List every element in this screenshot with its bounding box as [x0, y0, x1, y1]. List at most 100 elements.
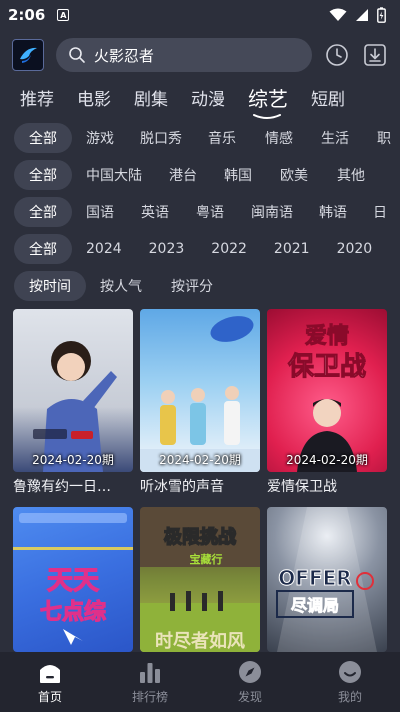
- filter-language-option[interactable]: 粤语: [196, 197, 224, 227]
- discover-icon: [239, 660, 261, 683]
- status-icons: [329, 7, 386, 23]
- svg-text:宝藏行: 宝藏行: [190, 552, 223, 566]
- filter-year-option[interactable]: 2022: [211, 234, 247, 264]
- tab-short-drama[interactable]: 短剧: [311, 85, 345, 110]
- filter-type-row: 全部 游戏 脱口秀 音乐 情感 生活 职: [14, 123, 391, 153]
- poster-image: 天天 七点综: [13, 507, 133, 652]
- search-input[interactable]: 火影忍者: [55, 38, 313, 72]
- nav-home[interactable]: 首页: [0, 652, 100, 712]
- poster-image: OFFER 尽调局: [267, 507, 387, 652]
- poster-image: 极限挑战 宝藏行 时尽者如风: [140, 507, 260, 652]
- status-bar: 2:06 A: [0, 0, 400, 30]
- filter-region-option[interactable]: 韩国: [224, 160, 252, 190]
- filter-year-all[interactable]: 全部: [14, 234, 72, 264]
- svg-text:保卫战: 保卫战: [287, 352, 366, 382]
- download-icon: [364, 44, 386, 66]
- tab-variety[interactable]: 综艺: [248, 83, 288, 119]
- filter-year-option[interactable]: 2023: [149, 234, 185, 264]
- tab-recommend[interactable]: 推荐: [20, 85, 54, 110]
- filter-sort-option[interactable]: 按评分: [171, 271, 213, 301]
- status-time: 2:06: [8, 6, 46, 24]
- band-figures: [140, 316, 260, 472]
- category-tabs: 推荐 电影 剧集 动漫 综艺 短剧: [20, 80, 368, 119]
- profile-icon: [339, 660, 361, 683]
- jixian-art: 极限挑战 宝藏行 时尽者如风: [140, 507, 260, 652]
- svg-text:时尽者如风: 时尽者如风: [155, 630, 245, 652]
- nav-ranking[interactable]: 排行榜: [100, 652, 200, 712]
- tab-anime[interactable]: 动漫: [191, 85, 225, 110]
- offer-art: OFFER 尽调局: [276, 507, 377, 652]
- battery-icon: [377, 7, 386, 23]
- nav-profile-label: 我的: [337, 689, 362, 704]
- nav-profile[interactable]: 我的: [300, 652, 400, 712]
- bottom-nav: 首页 排行榜 发现 我的: [0, 652, 400, 712]
- notification-a-icon: A: [57, 9, 70, 21]
- filter-year-option[interactable]: 2021: [274, 234, 310, 264]
- filter-region-option[interactable]: 欧美: [280, 160, 308, 190]
- filter-language-option[interactable]: 日: [373, 197, 387, 227]
- filter-sort-option[interactable]: 按人气: [100, 271, 142, 301]
- poster-image: 2024-02-20期: [13, 309, 133, 472]
- filter-year-option[interactable]: 2024: [86, 234, 122, 264]
- filter-region-all[interactable]: 全部: [14, 160, 72, 190]
- nav-ranking-label: 排行榜: [131, 689, 168, 704]
- episode-date: 2024-02-20期: [286, 453, 368, 467]
- app-logo[interactable]: [12, 39, 44, 71]
- content-card[interactable]: 爱情 保卫战 2024-02-20期 爱情保卫战: [267, 309, 387, 496]
- filter-language-option[interactable]: 韩语: [319, 197, 347, 227]
- tab-series[interactable]: 剧集: [134, 85, 168, 110]
- ranking-icon: [140, 662, 160, 683]
- tab-active-indicator: [253, 113, 281, 119]
- tab-movie[interactable]: 电影: [77, 85, 111, 110]
- filter-sort-by-time[interactable]: 按时间: [14, 271, 86, 301]
- filter-language-option[interactable]: 英语: [141, 197, 169, 227]
- filter-type-option[interactable]: 游戏: [86, 123, 114, 153]
- search-icon: [69, 47, 85, 63]
- header: 火影忍者: [12, 36, 388, 74]
- content-card[interactable]: 2024-02-20期 鲁豫有约一日…: [13, 309, 133, 496]
- filter-type-all[interactable]: 全部: [14, 123, 72, 153]
- card-title: 鲁豫有约一日…: [13, 479, 111, 495]
- content-card[interactable]: 2024-02-20期 听冰雪的声音: [140, 309, 260, 496]
- nav-discover-label: 发现: [237, 689, 262, 704]
- nav-home-label: 首页: [37, 689, 62, 704]
- svg-text:OFFER: OFFER: [278, 566, 351, 590]
- svg-text:天天: 天天: [47, 566, 99, 596]
- filter-language-option[interactable]: 国语: [86, 197, 114, 227]
- svg-text:尽调局: 尽调局: [291, 596, 339, 615]
- filter-type-option[interactable]: 音乐: [208, 123, 236, 153]
- content-card[interactable]: 天天 七点综: [13, 507, 133, 652]
- poster-image: 2024-02-20期: [140, 309, 260, 472]
- filter-type-option[interactable]: 职: [377, 123, 391, 153]
- episode-date: 2024-02-20期: [159, 453, 241, 467]
- svg-text:七点综: 七点综: [40, 599, 106, 625]
- download-button[interactable]: [362, 42, 388, 68]
- svg-text:爱情: 爱情: [305, 323, 349, 349]
- filter-type-option[interactable]: 生活: [321, 123, 349, 153]
- content-card[interactable]: OFFER 尽调局: [267, 507, 387, 652]
- filter-region-row: 全部 中国大陆 港台 韩国 欧美 其他: [14, 160, 365, 190]
- filter-region-option[interactable]: 中国大陆: [86, 160, 142, 190]
- filter-language-option[interactable]: 闽南语: [251, 197, 293, 227]
- love-defense-art: 爱情 保卫战: [286, 323, 367, 472]
- filter-type-option[interactable]: 脱口秀: [140, 123, 182, 153]
- filter-language-all[interactable]: 全部: [14, 197, 72, 227]
- filter-language-row: 全部 国语 英语 粤语 闽南语 韩语 日: [14, 197, 387, 227]
- signal-icon: [356, 9, 368, 21]
- person-figure: [33, 341, 117, 472]
- filter-region-option[interactable]: 港台: [169, 160, 197, 190]
- nav-discover[interactable]: 发现: [200, 652, 300, 712]
- search-query: 火影忍者: [93, 46, 154, 65]
- filter-year-option[interactable]: 2020: [337, 234, 373, 264]
- clock-icon: [326, 44, 349, 66]
- wifi-icon: [329, 8, 347, 21]
- bird-logo-icon: [19, 47, 37, 63]
- filter-type-option[interactable]: 情感: [265, 123, 293, 153]
- tiantian-art: 天天 七点综: [13, 513, 133, 645]
- filter-region-option[interactable]: 其他: [337, 160, 365, 190]
- content-card[interactable]: 极限挑战 宝藏行 时尽者如风: [140, 507, 260, 652]
- history-button[interactable]: [324, 42, 350, 68]
- filter-sort-row: 按时间 按人气 按评分: [14, 271, 213, 301]
- poster-image: 爱情 保卫战 2024-02-20期: [267, 309, 387, 472]
- card-title: 听冰雪的声音: [140, 479, 224, 495]
